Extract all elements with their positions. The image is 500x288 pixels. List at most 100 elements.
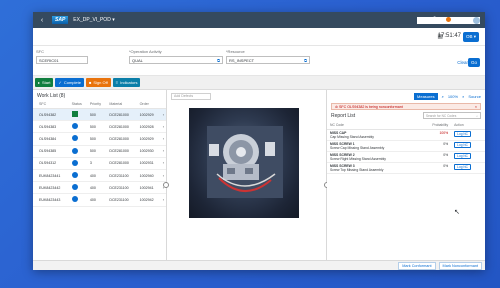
column-header[interactable]: Order xyxy=(137,100,161,109)
plant-button[interactable]: OB ▾ xyxy=(462,32,479,42)
clock-time: 17:51:47 xyxy=(437,33,461,39)
resource-input[interactable]: RS_INSPECT ⧉ xyxy=(226,56,310,64)
resource-label: *Resource xyxy=(226,49,245,54)
work-list-title: Work List (8) xyxy=(37,93,66,99)
chevron-right-icon[interactable]: › xyxy=(160,193,166,207)
main-content: Work List (8) SFC Status Priority Materi… xyxy=(33,90,485,260)
order-cell: 1002942 xyxy=(137,193,161,207)
column-header[interactable]: Status xyxy=(69,100,88,109)
log-nc-button[interactable]: Log NC xyxy=(454,130,471,137)
sfc-field: SFC SCERIC01 xyxy=(36,49,88,64)
back-icon[interactable]: ‹ xyxy=(38,17,46,24)
splitter-handle[interactable] xyxy=(163,182,169,188)
operation-input[interactable]: QUAL ⧉ xyxy=(129,56,223,64)
search-icon: ⌕ xyxy=(476,113,478,118)
indicators-button[interactable]: ≡ Indicators xyxy=(112,78,141,87)
help-icon[interactable]: ? xyxy=(431,17,438,23)
resource-field: *Resource RS_INSPECT ⧉ xyxy=(226,49,310,64)
sfc-cell: EUK8423443 xyxy=(37,193,70,207)
avatar[interactable] xyxy=(473,16,480,24)
status-dot-icon xyxy=(71,135,78,142)
chevron-right-icon[interactable]: › xyxy=(160,169,166,183)
chevron-right-icon[interactable]: › xyxy=(160,157,166,170)
play-icon: ▸ xyxy=(38,80,41,85)
stop-icon: ■ xyxy=(88,80,92,85)
material-cell: DCE281000 xyxy=(107,120,138,134)
filter-bar: SFC SCERIC01 *Operation Activity QUAL ⧉ *… xyxy=(33,46,485,76)
table-row[interactable]: OLS94382 500 DCE281000 1002929 › xyxy=(33,108,166,122)
search-icon[interactable]: ⌕ xyxy=(417,17,424,24)
column-header[interactable]: Priority xyxy=(87,100,108,109)
column-header[interactable]: Material xyxy=(107,100,138,109)
nc-description: Screw Cap Missing Stand Assembly xyxy=(330,145,385,150)
close-icon[interactable]: × xyxy=(475,105,477,109)
log-nc-button[interactable]: Log NC xyxy=(454,163,471,170)
table-row[interactable]: OLS94312 3 DCE281000 1002931 › xyxy=(33,157,166,170)
chevron-right-icon[interactable]: › xyxy=(160,145,166,158)
chevron-right-icon[interactable]: › xyxy=(160,132,166,146)
table-row[interactable]: OLS94383 500 DCE281000 1002928 › xyxy=(33,120,166,134)
probability-cell: 0% xyxy=(418,151,452,163)
order-cell: 1002930 xyxy=(137,145,161,158)
sfc-input[interactable]: SCERIC01 xyxy=(36,56,88,64)
status-dot-icon xyxy=(71,196,78,203)
priority-cell: 500 xyxy=(87,108,108,122)
check-icon: ✓ xyxy=(58,80,62,85)
status-dot-icon xyxy=(71,172,78,179)
action-toolbar: ▸ Start ✓ Complete ■ Sign Off ≡ Indicators xyxy=(33,76,485,90)
report-list-table: NC Code Probability Action MISS CAP Cap M… xyxy=(327,122,485,174)
zoom-level[interactable]: 100% xyxy=(448,94,458,99)
operation-label: *Operation Activity xyxy=(129,49,162,54)
status-dot-icon xyxy=(71,159,78,166)
material-cell: DCE231100 xyxy=(107,193,138,207)
log-nc-button[interactable]: Log NC xyxy=(454,152,471,159)
table-row: MISS SCREW 2 Screw Right Missing Stand As… xyxy=(327,151,485,163)
mark-conformant-button[interactable]: Mark Conformant xyxy=(398,261,436,270)
complete-button[interactable]: ✓ Complete xyxy=(55,78,84,87)
column-header[interactable]: SFC xyxy=(37,100,70,109)
table-row[interactable]: OLS94384 500 DCE281000 1002929 › xyxy=(33,132,166,146)
log-nc-button[interactable]: Log NC xyxy=(454,141,471,148)
order-cell: 1002940 xyxy=(137,169,161,183)
sfc-cell: OLS94382 xyxy=(37,108,70,122)
chevron-right-icon[interactable]: › xyxy=(160,108,166,122)
bell-icon[interactable] xyxy=(445,16,452,24)
column-header: Action xyxy=(451,122,485,130)
defect-input[interactable]: Add Defects xyxy=(171,92,211,100)
app-title[interactable]: EX_DP_VI_POD ▾ xyxy=(73,17,114,23)
sfc-cell: OLS94312 xyxy=(37,157,70,170)
mark-nonconformant-button[interactable]: Mark Nonconformant xyxy=(438,261,482,270)
material-cell: DCE281000 xyxy=(107,108,138,122)
priority-cell: 3 xyxy=(87,157,108,170)
nc-search-input[interactable]: Search for NC Codes ⌕ xyxy=(423,112,481,119)
grid-icon[interactable]: ⊞ xyxy=(459,17,466,24)
chevron-right-icon[interactable]: › xyxy=(160,120,166,134)
nc-description: Screw Top Missing Stand Assembly xyxy=(330,167,384,172)
clear-button[interactable]: Clear xyxy=(457,60,468,65)
column-header: NC Code xyxy=(327,122,419,130)
probability-cell: 100% xyxy=(418,129,452,141)
sign-off-button[interactable]: ■ Sign Off xyxy=(85,78,111,87)
footer-bar: Mark Conformant Mark Nonconformant xyxy=(33,260,485,270)
shell-bar: ‹ SAP EX_DP_VI_POD ▾ ⌕ ? ⊞ xyxy=(33,12,485,28)
measures-button[interactable]: Measures xyxy=(414,92,438,100)
sfc-cell: OLS94385 xyxy=(37,145,70,158)
table-row[interactable]: EUK8423442 400 DCE231100 1002941 › xyxy=(33,181,166,195)
zoom-out-icon[interactable]: ⌕ xyxy=(462,94,464,99)
table-row[interactable]: EUK8423443 400 DCE231100 1002942 › xyxy=(33,193,166,207)
status-cell xyxy=(69,193,88,207)
go-button[interactable]: Go xyxy=(467,58,480,67)
priority-cell: 400 xyxy=(87,169,108,183)
table-row: MISS SCREW 3 Screw Top Missing Stand Asse… xyxy=(327,162,485,174)
order-cell: 1002941 xyxy=(137,181,161,195)
probability-cell: 0% xyxy=(418,140,452,152)
table-row[interactable]: EUK8423441 400 DCE231100 1002940 › xyxy=(33,169,166,183)
start-button[interactable]: ▸ Start xyxy=(35,78,54,87)
work-list-table: SFC Status Priority Material Order OLS94… xyxy=(33,100,166,207)
status-cell xyxy=(69,120,88,134)
zoom-icon[interactable]: ⌕ xyxy=(442,94,444,99)
report-toolbar: Measures ⌕ 100% ⌕ Source xyxy=(327,90,485,102)
table-row[interactable]: OLS94385 500 DCE281000 1002930 › xyxy=(33,145,166,158)
source-button[interactable]: Source xyxy=(468,94,481,99)
order-cell: 1002931 xyxy=(137,157,161,170)
